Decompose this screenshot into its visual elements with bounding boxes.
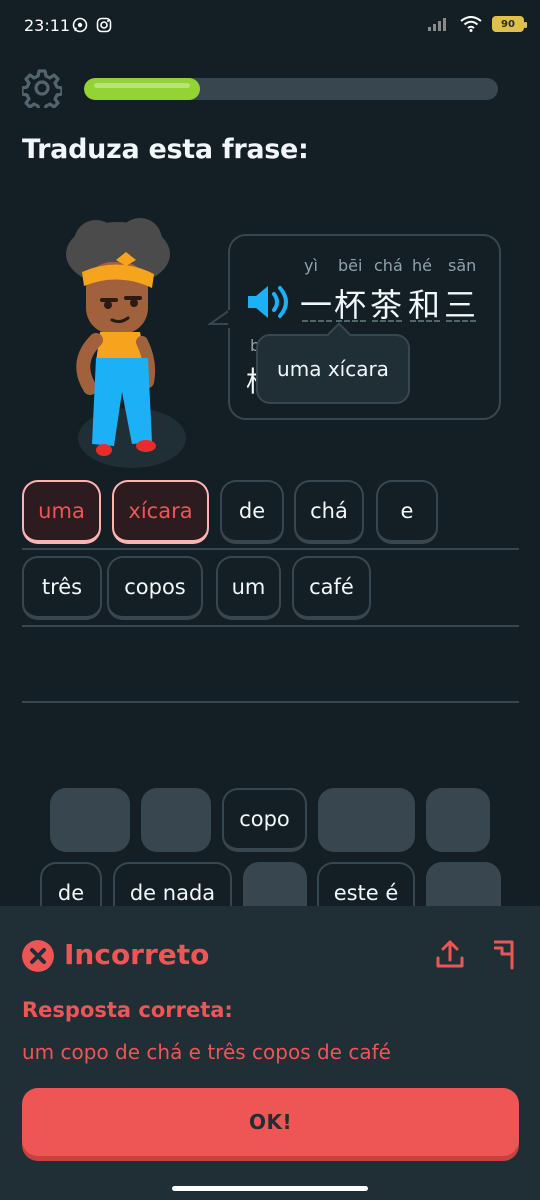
word-pinyin: yì (304, 256, 318, 275)
word-hint-tooltip: uma xícara (256, 334, 410, 404)
answer-line (22, 701, 519, 703)
word-pinyin: hé (412, 256, 432, 275)
whatsapp-icon (72, 17, 88, 33)
answer-word-chip[interactable]: uma (22, 480, 101, 544)
lesson-progress-fill (84, 78, 200, 100)
character-illustration (66, 218, 186, 468)
speech-bubble-tail (208, 309, 230, 328)
word-underline (410, 320, 440, 322)
status-bar: 23:11 90 (0, 0, 540, 56)
answer-word-chip[interactable]: de (220, 480, 284, 544)
word-bank-chip[interactable]: copo (222, 788, 307, 852)
word-underline (446, 320, 476, 322)
word-underline (336, 320, 366, 322)
status-time: 23:11 (24, 16, 71, 35)
wifi-icon (460, 16, 482, 32)
tooltip-text: uma xícara (277, 357, 389, 381)
feedback-title: Incorreto (64, 938, 210, 971)
page-title: Traduza esta frase: (22, 134, 309, 165)
word-pinyin: sān (448, 256, 477, 275)
answer-line (22, 625, 519, 627)
word-underline (372, 320, 402, 322)
signal-icon (428, 18, 446, 31)
answer-word-chip[interactable]: três (22, 556, 102, 620)
home-indicator[interactable] (172, 1186, 368, 1191)
word-pinyin: bēi (338, 256, 363, 275)
flag-icon[interactable] (488, 938, 520, 970)
word-bank-slot (50, 788, 130, 852)
word-bank-slot (426, 788, 490, 852)
word-bank-slot (318, 788, 415, 852)
word-underline (302, 320, 332, 322)
answer-word-chip[interactable]: café (292, 556, 371, 620)
battery-icon: 90 (492, 16, 527, 32)
speaker-icon[interactable] (246, 284, 292, 320)
answer-word-chip[interactable]: um (216, 556, 281, 620)
answer-word-chip[interactable]: xícara (112, 480, 209, 544)
word-pinyin: chá (374, 256, 403, 275)
ok-button[interactable]: OK! (22, 1088, 519, 1156)
correct-answer-label: Resposta correta: (22, 998, 233, 1022)
answer-word-chip[interactable]: e (376, 480, 438, 544)
gear-icon[interactable] (22, 68, 62, 108)
word-bank-slot (141, 788, 211, 852)
answer-word-chip[interactable]: chá (294, 480, 364, 544)
answer-line (22, 548, 519, 550)
lesson-progress-bar (84, 78, 498, 100)
correct-answer-text: um copo de chá e três copos de café (22, 1040, 391, 1064)
close-circle-icon (22, 940, 54, 972)
instagram-icon (96, 17, 112, 33)
answer-word-chip[interactable]: copos (107, 556, 203, 620)
share-icon[interactable] (434, 938, 466, 970)
